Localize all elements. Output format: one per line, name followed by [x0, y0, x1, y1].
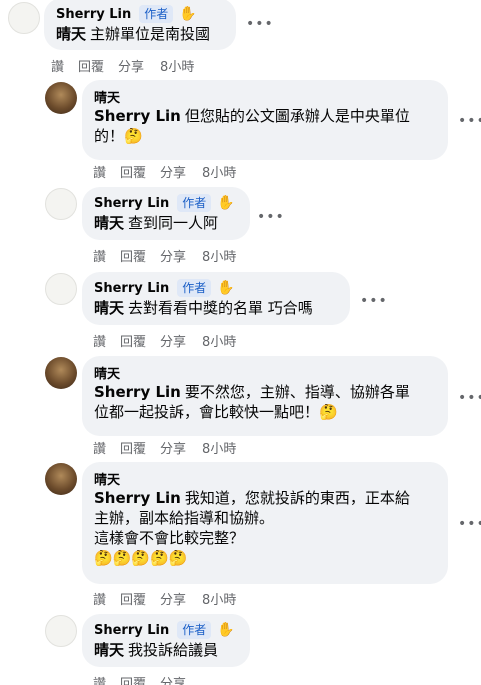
mention-link[interactable]: 晴天	[56, 25, 86, 43]
avatar[interactable]	[45, 357, 77, 389]
comment-bubble: Sherry Lin 作者 ✋ 晴天 我投訴給議員	[82, 614, 250, 667]
commenter-name[interactable]: Sherry Lin	[94, 281, 169, 296]
reply-button[interactable]: 回覆	[78, 56, 104, 75]
share-button[interactable]: 分享	[160, 673, 186, 685]
comment-actions: 讚 回覆 分享 8小時	[93, 589, 250, 608]
comment-text: 的！	[94, 127, 125, 145]
share-button[interactable]: 分享	[160, 589, 186, 608]
commenter-name[interactable]: Sherry Lin	[94, 196, 169, 211]
more-options-icon[interactable]: •••	[458, 517, 481, 531]
like-button[interactable]: 讚	[93, 162, 106, 181]
avatar[interactable]	[45, 188, 77, 220]
thinking-face-icon: 🤔	[319, 403, 338, 421]
thinking-face-icon: 🤔🤔🤔🤔🤔	[94, 549, 188, 567]
author-badge: 作者	[139, 5, 174, 23]
avatar[interactable]	[45, 615, 77, 647]
reply-button[interactable]: 回覆	[120, 331, 146, 350]
comment-bubble: 晴天 Sherry Lin 要不然您，主辦、指導、協辦各單 位都一起投訴，會比較快…	[82, 356, 448, 436]
waving-hand-icon: ✋	[217, 622, 235, 638]
comment-text: 這樣會不會比較完整？	[94, 529, 245, 547]
timestamp[interactable]: 8小時	[202, 438, 236, 457]
thinking-face-icon: 🤔	[124, 127, 143, 145]
comment-text: 去對看看中獎的名單 巧合嗎	[128, 299, 313, 317]
timestamp[interactable]: 8小時	[160, 56, 194, 75]
like-button[interactable]: 讚	[93, 331, 106, 350]
mention-link[interactable]: 晴天	[94, 299, 124, 317]
author-badge: 作者	[177, 621, 212, 639]
like-button[interactable]: 讚	[51, 56, 64, 75]
comment-actions: 讚 回覆 分享	[93, 673, 200, 685]
comment-bubble: Sherry Lin 作者 ✋ 晴天 去對看看中獎的名單 巧合嗎	[82, 272, 350, 325]
mention-link[interactable]: 晴天	[94, 214, 124, 232]
reply-button[interactable]: 回覆	[120, 589, 146, 608]
commenter-name[interactable]: 晴天	[94, 363, 120, 382]
comment-text: 主辦，副本給指導和協辦。	[94, 509, 275, 527]
avatar[interactable]	[45, 273, 77, 305]
comment-bubble: Sherry Lin 作者 ✋ 晴天 主辦單位是南投國	[44, 0, 236, 50]
commenter-name[interactable]: Sherry Lin	[56, 7, 131, 22]
like-button[interactable]: 讚	[93, 589, 106, 608]
author-badge: 作者	[177, 279, 212, 297]
commenter-name[interactable]: 晴天	[94, 469, 120, 488]
author-badge: 作者	[177, 194, 212, 212]
reply-button[interactable]: 回覆	[120, 162, 146, 181]
share-button[interactable]: 分享	[160, 162, 186, 181]
comment-bubble: 晴天 Sherry Lin 我知道，您就投訴的東西，正本給 主辦，副本給指導和協辦…	[82, 462, 448, 584]
more-options-icon[interactable]: •••	[246, 17, 273, 31]
comment-text: 位都一起投訴，會比較快一點吧！	[94, 403, 320, 421]
comment-bubble: 晴天 Sherry Lin 但您貼的公文圖承辦人是中央單位 的！🤔	[82, 80, 448, 160]
mention-link[interactable]: 晴天	[94, 641, 124, 659]
share-button[interactable]: 分享	[160, 438, 186, 457]
more-options-icon[interactable]: •••	[458, 114, 481, 128]
comment-actions: 讚 回覆 分享 8小時	[93, 246, 250, 265]
share-button[interactable]: 分享	[160, 246, 186, 265]
comment-bubble: Sherry Lin 作者 ✋ 晴天 查到同一人阿	[82, 187, 250, 240]
comment-text: 查到同一人阿	[128, 214, 219, 232]
commenter-name[interactable]: 晴天	[94, 87, 120, 106]
comment-actions: 讚 回覆 分享 8小時	[93, 162, 250, 181]
mention-link[interactable]: Sherry Lin	[94, 489, 181, 507]
waving-hand-icon: ✋	[179, 6, 197, 22]
more-options-icon[interactable]: •••	[257, 210, 284, 224]
like-button[interactable]: 讚	[93, 438, 106, 457]
more-options-icon[interactable]: •••	[458, 391, 481, 405]
comment-text: 但您貼的公文圖承辦人是中央單位	[184, 107, 410, 125]
comment-text: 要不然您，主辦、指導、協辦各單	[184, 383, 410, 401]
commenter-name[interactable]: Sherry Lin	[94, 623, 169, 638]
reply-button[interactable]: 回覆	[120, 246, 146, 265]
comment-actions: 讚 回覆 分享 8小時	[51, 56, 208, 75]
comment-text: 我知道，您就投訴的東西，正本給	[184, 489, 410, 507]
comment-text: 我投訴給議員	[128, 641, 219, 659]
reply-button[interactable]: 回覆	[120, 673, 146, 685]
share-button[interactable]: 分享	[160, 331, 186, 350]
more-options-icon[interactable]: •••	[360, 294, 387, 308]
avatar[interactable]	[8, 2, 40, 34]
avatar[interactable]	[45, 82, 77, 114]
comment-actions: 讚 回覆 分享 8小時	[93, 331, 250, 350]
share-button[interactable]: 分享	[118, 56, 144, 75]
mention-link[interactable]: Sherry Lin	[94, 383, 181, 401]
comment-text: 主辦單位是南投國	[90, 25, 211, 43]
like-button[interactable]: 讚	[93, 246, 106, 265]
like-button[interactable]: 讚	[93, 673, 106, 685]
avatar[interactable]	[45, 463, 77, 495]
reply-button[interactable]: 回覆	[120, 438, 146, 457]
waving-hand-icon: ✋	[217, 280, 235, 296]
timestamp[interactable]: 8小時	[202, 246, 236, 265]
waving-hand-icon: ✋	[217, 195, 235, 211]
mention-link[interactable]: Sherry Lin	[94, 107, 181, 125]
timestamp[interactable]: 8小時	[202, 589, 236, 608]
timestamp[interactable]: 8小時	[202, 162, 236, 181]
comment-actions: 讚 回覆 分享 8小時	[93, 438, 250, 457]
timestamp[interactable]: 8小時	[202, 331, 236, 350]
